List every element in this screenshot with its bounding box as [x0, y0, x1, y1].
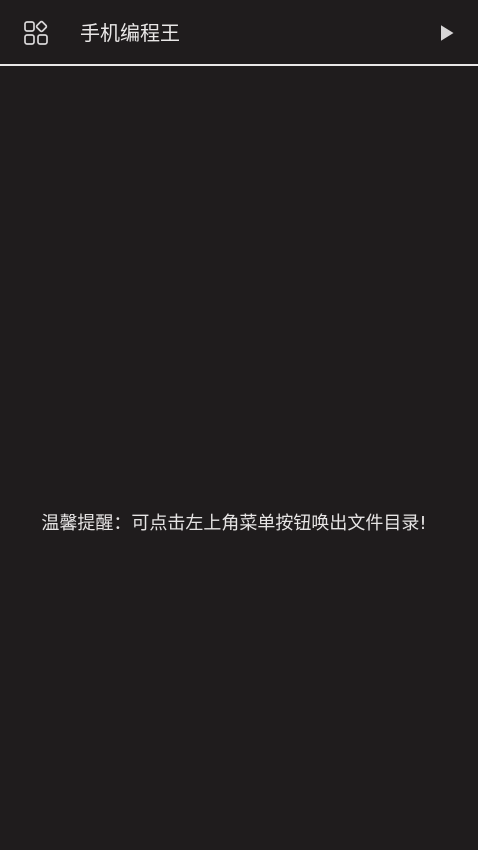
- tip-message: 温馨提醒：可点击左上角菜单按钮唤出文件目录!: [41, 513, 427, 534]
- play-icon: [441, 25, 454, 41]
- app-title: 手机编程王: [80, 21, 180, 45]
- apps-grid-icon: [24, 20, 48, 45]
- app-bar: 手机编程王: [0, 0, 478, 64]
- file-menu-button[interactable]: [14, 12, 58, 54]
- main-content: 温馨提醒：可点击左上角菜单按钮唤出文件目录!: [0, 66, 478, 850]
- run-button[interactable]: [426, 12, 468, 54]
